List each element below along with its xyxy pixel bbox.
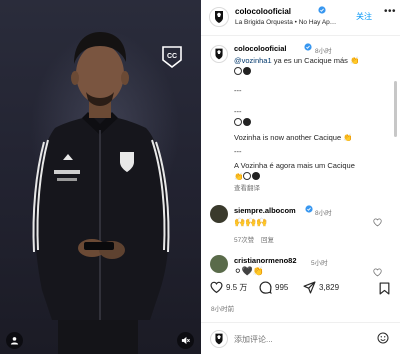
follow-button[interactable]: 关注 bbox=[356, 11, 372, 22]
account-username[interactable]: colocolooficial bbox=[235, 7, 291, 16]
caption-sep-1: --- bbox=[234, 86, 242, 95]
comments-scrollbar[interactable] bbox=[394, 81, 397, 137]
post-actions: 9.5 万 995 3,829 bbox=[201, 281, 400, 303]
post-date: 8小时前 bbox=[211, 306, 235, 313]
comment-time: 5小时 bbox=[311, 260, 328, 267]
svg-text:CC: CC bbox=[167, 53, 177, 60]
caption-line-en: Vozinha is now another Cacique 👏 bbox=[234, 133, 353, 142]
tagged-user-button[interactable] bbox=[6, 332, 23, 349]
caption-time: 8小时 bbox=[315, 48, 332, 55]
clap-emoji: 👏 bbox=[343, 133, 353, 142]
comment-likes[interactable]: 57次赞 bbox=[234, 234, 254, 244]
white-circle-emoji bbox=[243, 172, 252, 180]
caption-mention[interactable]: @vozinha1 bbox=[234, 56, 272, 65]
like-count: 9.5 万 bbox=[226, 283, 248, 292]
clap-emoji: 👏 bbox=[350, 56, 360, 65]
add-comment-input[interactable] bbox=[234, 332, 364, 346]
black-circle-emoji bbox=[243, 118, 251, 126]
verified-icon bbox=[318, 6, 326, 14]
caption-balls-row-3: 👏 bbox=[234, 172, 261, 181]
see-translation-link[interactable]: 查看翻译 bbox=[234, 182, 260, 192]
comment-action[interactable]: 995 bbox=[259, 281, 288, 294]
account-avatar[interactable] bbox=[209, 7, 229, 27]
caption-avatar[interactable] bbox=[210, 45, 228, 63]
share-count: 3,829 bbox=[319, 283, 340, 292]
caption-sep-3: --- bbox=[234, 147, 242, 156]
reel-video[interactable]: CC bbox=[0, 0, 201, 354]
club-crest-icon bbox=[215, 48, 223, 60]
comment-text: 🙌🙌🙌 bbox=[234, 217, 268, 227]
verified-icon bbox=[304, 43, 312, 51]
share-action[interactable]: 3,829 bbox=[303, 281, 339, 294]
audio-track[interactable]: La Brigida Orquesta • No Hay Ap… bbox=[235, 19, 336, 26]
white-circle-emoji bbox=[234, 118, 242, 126]
comment-username[interactable]: cristianormeno82 bbox=[234, 256, 297, 265]
club-crest-icon bbox=[215, 333, 223, 345]
my-avatar bbox=[210, 330, 228, 348]
heart-icon[interactable] bbox=[373, 268, 382, 277]
verified-icon bbox=[305, 205, 313, 213]
club-crest-icon bbox=[215, 11, 223, 23]
comment-icon bbox=[259, 281, 272, 294]
comment-text: ⚪🖤👏 bbox=[234, 266, 264, 276]
emoji-icon[interactable] bbox=[377, 332, 389, 344]
post-header: colocolooficial La Brigida Orquesta • No… bbox=[201, 0, 400, 36]
commenter-avatar[interactable] bbox=[210, 205, 228, 223]
caption-balls-row-2 bbox=[234, 118, 252, 127]
more-options-button[interactable]: ••• bbox=[384, 6, 396, 17]
caption-line-pt: A Vozinha é agora mais um Cacique bbox=[234, 161, 355, 170]
clap-emoji: 👏 bbox=[234, 172, 244, 181]
like-action[interactable]: 9.5 万 bbox=[210, 281, 247, 294]
bookmark-icon[interactable] bbox=[379, 282, 390, 295]
white-circle-emoji bbox=[234, 67, 242, 75]
mute-icon bbox=[181, 336, 190, 345]
caption-username[interactable]: colocolooficial bbox=[234, 44, 287, 53]
caption-text-en: Vozinha is now another Cacique bbox=[234, 133, 344, 142]
black-circle-emoji bbox=[252, 172, 261, 180]
post-panel: colocolooficial La Brigida Orquesta • No… bbox=[201, 0, 400, 354]
caption-balls-row bbox=[234, 67, 252, 76]
mute-button[interactable] bbox=[177, 332, 194, 349]
comment-count: 995 bbox=[275, 283, 289, 292]
comment-time: 8小时 bbox=[315, 210, 332, 217]
comment-username[interactable]: siempre.albocom bbox=[234, 206, 296, 215]
cc-icon[interactable]: CC bbox=[160, 46, 184, 68]
heart-icon[interactable] bbox=[373, 218, 382, 227]
caption-sep-2: --- bbox=[234, 107, 242, 116]
add-comment-bar bbox=[201, 322, 400, 354]
heart-icon bbox=[210, 281, 223, 294]
user-icon bbox=[10, 337, 19, 345]
caption-line-1: @vozinha1 ya es un Cacique más 👏 bbox=[234, 56, 359, 65]
comments-scroll-area[interactable]: colocolooficial 8小时 @vozinha1 ya es un C… bbox=[201, 37, 400, 278]
commenter-avatar[interactable] bbox=[210, 255, 228, 273]
comment-reply-button[interactable]: 回复 bbox=[261, 234, 274, 244]
share-icon bbox=[303, 281, 316, 294]
caption-text-es: ya es un Cacique más bbox=[271, 56, 351, 65]
black-circle-emoji bbox=[243, 67, 251, 75]
